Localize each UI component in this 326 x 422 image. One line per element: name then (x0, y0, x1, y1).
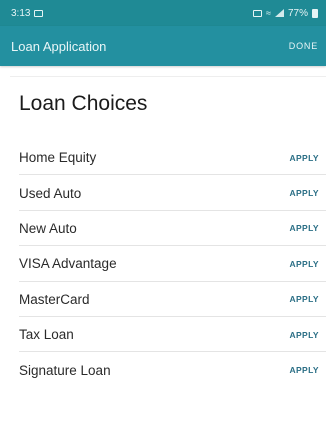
battery-icon (312, 8, 318, 18)
image-icon (34, 9, 44, 17)
loan-label: VISA Advantage (19, 256, 117, 272)
app-bar: Loan Application DONE (0, 26, 326, 66)
loan-label: MasterCard (19, 291, 90, 307)
loan-label: Used Auto (19, 185, 82, 201)
wifi-icon: ≈ (266, 8, 271, 18)
apply-button[interactable]: APPLY (289, 294, 319, 304)
apply-button[interactable]: APPLY (289, 223, 319, 233)
status-time: 3:13 (11, 7, 31, 19)
loan-label: Signature Loan (19, 362, 111, 378)
alarm-icon (253, 9, 263, 17)
apply-button[interactable]: APPLY (289, 330, 319, 340)
status-right: ≈ 77% (253, 8, 318, 19)
loan-label: Home Equity (19, 150, 97, 166)
status-left: 3:13 (11, 7, 44, 19)
app-title: Loan Application (11, 38, 107, 54)
page-title: Loan Choices (19, 92, 148, 115)
loan-list: Home Equity APPLY Used Auto APPLY New Au… (0, 140, 326, 388)
list-item[interactable]: Home Equity APPLY (0, 140, 326, 176)
list-item[interactable]: Used Auto APPLY (0, 175, 326, 212)
apply-button[interactable]: APPLY (289, 153, 319, 163)
list-item[interactable]: Tax Loan APPLY (0, 317, 326, 353)
loan-label: New Auto (19, 220, 77, 236)
apply-button[interactable]: APPLY (289, 365, 319, 375)
list-item[interactable]: New Auto APPLY (0, 211, 326, 247)
signal-icon (274, 9, 284, 17)
battery-level: 77% (287, 7, 308, 19)
done-button[interactable]: DONE (289, 41, 318, 51)
loan-label: Tax Loan (19, 327, 74, 343)
apply-button[interactable]: APPLY (289, 259, 319, 269)
list-item[interactable]: MasterCard APPLY (0, 282, 326, 318)
list-item[interactable]: Signature Loan APPLY (0, 352, 326, 387)
apply-button[interactable]: APPLY (289, 188, 319, 198)
divider (10, 76, 326, 77)
status-bar: 3:13 ≈ 77% (0, 0, 326, 26)
list-item[interactable]: VISA Advantage APPLY (0, 246, 326, 282)
